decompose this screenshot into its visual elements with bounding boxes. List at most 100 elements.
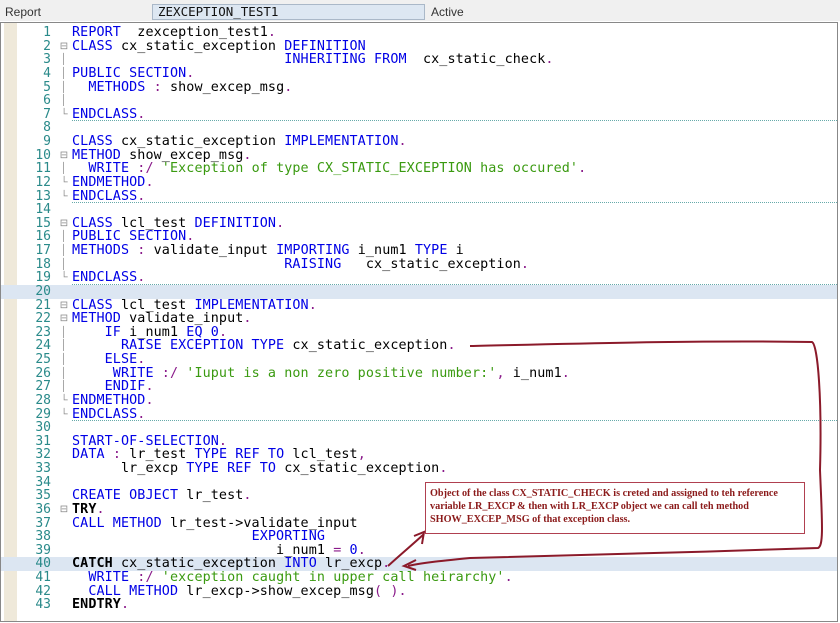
code-text: CALL METHOD lr_test->validate_input <box>72 516 358 531</box>
code-line[interactable]: 12 └ ENDMETHOD. <box>1 176 837 190</box>
code-text: CATCH cx_static_exception INTO lr_excp. <box>72 557 390 571</box>
line-number: 40 <box>35 556 51 572</box>
code-text: ENDMETHOD. <box>72 394 154 408</box>
punctuation: . <box>137 270 146 286</box>
code-text: METHOD show_excep_msg. <box>72 148 252 163</box>
code-line[interactable]: 43 ENDTRY. <box>1 598 837 612</box>
line-number: 31 <box>35 433 51 449</box>
code-line[interactable]: 25 │ ELSE. <box>1 353 837 367</box>
fold-guide: │ <box>60 367 68 379</box>
identifier: lr_test <box>178 488 244 504</box>
fold-guide: └ <box>60 272 68 284</box>
code-line[interactable]: 32 DATA : lr_test TYPE REF TO lcl_test, <box>1 448 837 462</box>
code-line[interactable]: 42 CALL METHOD lr_excp->show_excep_msg( … <box>1 583 837 599</box>
code-line[interactable]: 31 START-OF-SELECTION. <box>1 433 837 449</box>
code-line[interactable]: 9 CLASS cx_static_exception IMPLEMENTATIO… <box>1 135 837 149</box>
collapse-block-icon[interactable]: ⊟ <box>59 149 69 163</box>
code-line[interactable]: 5 │ METHODS : show_excep_msg. <box>1 79 837 95</box>
code-line[interactable]: 19 └ ENDCLASS. <box>1 271 837 285</box>
fold-guide: └ <box>60 394 68 406</box>
line-number: 6 <box>43 93 51 109</box>
code-text: CLASS cx_static_exception DEFINITION <box>72 39 366 54</box>
code-text: ELSE. <box>72 353 146 367</box>
code-line[interactable]: 28 └ ENDMETHOD. <box>1 394 837 408</box>
punctuation: ( ). <box>374 583 407 599</box>
fold-guide: │ <box>60 67 68 79</box>
fold-guide: │ <box>60 354 68 365</box>
code-text: ENDMETHOD. <box>72 176 154 190</box>
code-text: ENDIF. <box>72 380 154 394</box>
code-line[interactable]: 27 │ ENDIF. <box>1 380 837 394</box>
line-number: 33 <box>35 461 51 476</box>
code-line[interactable]: 15 ⊟ CLASS lcl_test DEFINITION. <box>1 215 837 231</box>
punctuation: . <box>276 215 285 231</box>
code-text: ENDCLASS. <box>72 271 145 285</box>
fold-guide: │ <box>60 245 68 256</box>
line-number: 11 <box>35 161 51 177</box>
identifier: cx_static_exception <box>341 256 521 272</box>
code-line[interactable]: 8 <box>1 121 837 135</box>
code-line[interactable]: 16 │ PUBLIC SECTION. <box>1 230 837 244</box>
code-text: TRY. <box>72 503 105 517</box>
line-number: 1 <box>43 25 51 40</box>
code-line[interactable]: 2 ⊟ CLASS cx_static_exception DEFINITION <box>1 39 837 54</box>
code-line[interactable]: 33 lr_excp TYPE REF TO cx_static_excepti… <box>1 462 837 476</box>
code-text: PUBLIC SECTION. <box>72 230 194 244</box>
code-text: ENDCLASS. <box>72 106 145 122</box>
code-line[interactable]: 1 REPORT zexception_test1. <box>1 26 837 40</box>
collapse-block-icon[interactable]: ⊟ <box>59 312 69 326</box>
code-line[interactable]: 6 │ <box>1 94 837 108</box>
code-line[interactable]: 23 │ IF i_num1 EQ 0. <box>1 325 837 340</box>
code-line[interactable]: 29 └ ENDCLASS. <box>1 407 837 422</box>
code-text: WRITE :/ 'exception caught in upper call… <box>72 571 513 585</box>
code-text: RAISE EXCEPTION TYPE cx_static_exception… <box>72 339 456 353</box>
code-line[interactable]: 4 │ PUBLIC SECTION. <box>1 67 837 81</box>
code-line[interactable]: 39 i_num1 = 0. <box>1 542 837 558</box>
code-line[interactable]: 30 <box>1 421 837 435</box>
identifier: lr_excp->show_excep_msg <box>178 583 374 599</box>
code-line[interactable]: 11 │ WRITE :/ 'Exception of type CX_STATI… <box>1 162 837 176</box>
line-number: 39 <box>35 542 51 558</box>
line-number: 18 <box>35 256 51 272</box>
code-line[interactable]: 10 ⊟ METHOD show_excep_msg. <box>1 148 837 163</box>
fold-guide: │ <box>60 258 68 270</box>
code-text: CALL METHOD lr_excp->show_excep_msg( ). <box>72 583 407 599</box>
fold-guide: │ <box>60 163 68 175</box>
code-line[interactable]: 3 │ INHERITING FROM cx_static_check. <box>1 53 837 67</box>
punctuation: :/ <box>153 365 187 381</box>
keyword: METHODS <box>72 79 146 95</box>
identifier: cx_static_exception <box>284 338 448 354</box>
code-line[interactable]: 26 │ WRITE :/ 'Iuput is a non zero positi… <box>1 365 837 381</box>
code-line[interactable]: 24 │ RAISE EXCEPTION TYPE cx_static_excep… <box>1 339 837 353</box>
code-text: REPORT zexception_test1. <box>72 26 276 40</box>
code-line[interactable]: 13 └ ENDCLASS. <box>1 188 837 204</box>
punctuation: . <box>137 188 146 204</box>
code-text: i_num1 = 0. <box>72 543 366 558</box>
collapse-block-icon[interactable]: ⊟ <box>59 40 69 54</box>
code-line[interactable]: 7 └ ENDCLASS. <box>1 106 837 122</box>
punctuation: . <box>561 365 570 381</box>
line-number: 37 <box>35 515 51 531</box>
keyword: ENDCLASS <box>72 106 138 122</box>
code-line[interactable]: 40 CATCH cx_static_exception INTO lr_excp… <box>1 557 837 571</box>
code-line[interactable]: 14 <box>1 203 837 217</box>
program-name-field[interactable]: ZEXCEPTION_TEST1 <box>152 4 425 20</box>
punctuation: . <box>243 311 252 327</box>
code-line[interactable]: 18 │ RAISING cx_static_exception. <box>1 256 837 272</box>
code-line[interactable]: 22 ⊟ METHOD validate_input. <box>1 312 837 326</box>
code-line[interactable]: 21 ⊟ CLASS lcl_test IMPLEMENTATION. <box>1 298 837 313</box>
collapse-block-icon[interactable]: ⊟ <box>59 299 69 313</box>
code-text: METHODS : validate_input IMPORTING i_num… <box>72 244 464 258</box>
fold-guide: └ <box>60 108 68 120</box>
code-text: CLASS lcl_test IMPLEMENTATION. <box>72 298 317 313</box>
line-number: 19 <box>35 270 51 286</box>
code-line[interactable]: 41 WRITE :/ 'exception caught in upper c… <box>1 571 837 585</box>
code-text: DATA : lr_test TYPE REF TO lcl_test, <box>72 448 366 462</box>
punctuation: , <box>496 365 513 381</box>
code-line[interactable]: 17 │ METHODS : validate_input IMPORTING i_… <box>1 244 837 258</box>
collapse-block-icon[interactable]: ⊟ <box>59 503 69 517</box>
code-line[interactable]: 20 <box>1 285 837 299</box>
collapse-block-icon[interactable]: ⊟ <box>59 217 69 231</box>
line-number: 15 <box>35 215 51 231</box>
keyword: DEFINITION <box>194 215 277 231</box>
